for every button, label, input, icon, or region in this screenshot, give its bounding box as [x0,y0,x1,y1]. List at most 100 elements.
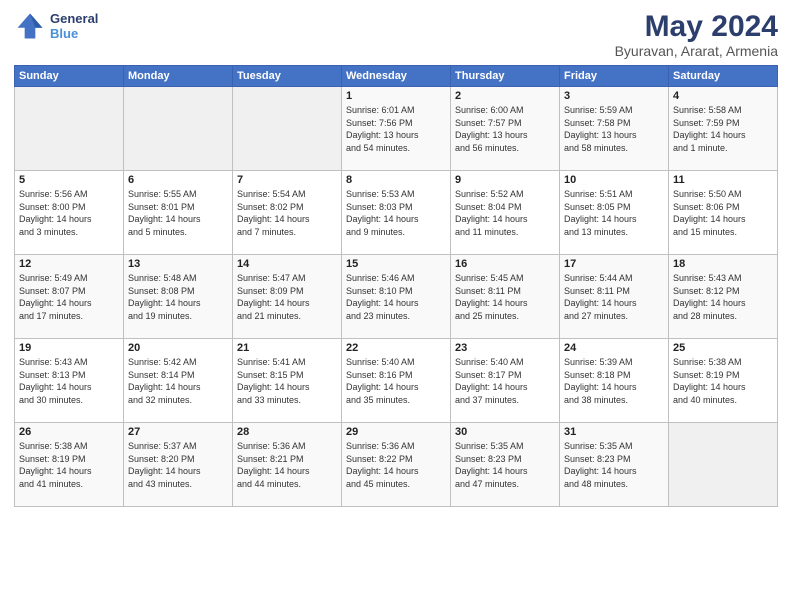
day-info: Sunrise: 5:59 AM Sunset: 7:58 PM Dayligh… [564,104,664,154]
day-number: 1 [346,90,446,102]
calendar-cell: 17Sunrise: 5:44 AM Sunset: 8:11 PM Dayli… [560,255,669,339]
header: General Blue May 2024 Byuravan, Ararat, … [14,10,778,59]
day-info: Sunrise: 5:52 AM Sunset: 8:04 PM Dayligh… [455,188,555,238]
day-info: Sunrise: 6:00 AM Sunset: 7:57 PM Dayligh… [455,104,555,154]
day-info: Sunrise: 5:43 AM Sunset: 8:12 PM Dayligh… [673,272,773,322]
calendar-week-4: 19Sunrise: 5:43 AM Sunset: 8:13 PM Dayli… [15,339,778,423]
day-number: 9 [455,174,555,186]
calendar-cell: 10 Sunrise: 5:51 AM Sunset: 8:05 PM Dayli… [560,171,669,255]
day-number: 31 [564,426,664,438]
day-info: Sunrise: 5:38 AM Sunset: 8:19 PM Dayligh… [673,356,773,406]
calendar-week-2: 5 Sunrise: 5:56 AM Sunset: 8:00 PM Daylig… [15,171,778,255]
calendar-cell: 11Sunrise: 5:50 AM Sunset: 8:06 PM Dayli… [669,171,778,255]
calendar-cell [15,87,124,171]
col-header-thursday: Thursday [451,66,560,87]
calendar-cell: 8 Sunrise: 5:53 AM Sunset: 8:03 PM Daylig… [342,171,451,255]
day-info: Sunrise: 5:39 AM Sunset: 8:18 PM Dayligh… [564,356,664,406]
calendar-cell: 23 Sunrise: 5:40 AM Sunset: 8:17 PM Dayli… [451,339,560,423]
day-info: Sunrise: 5:56 AM Sunset: 8:00 PM Dayligh… [19,188,119,238]
day-info: Sunrise: 6:01 AM Sunset: 7:56 PM Dayligh… [346,104,446,154]
page: General Blue May 2024 Byuravan, Ararat, … [0,0,792,612]
calendar-cell: 7 Sunrise: 5:54 AM Sunset: 8:02 PM Daylig… [233,171,342,255]
day-info: Sunrise: 5:40 AM Sunset: 8:17 PM Dayligh… [455,356,555,406]
calendar-cell: 1 Sunrise: 6:01 AM Sunset: 7:56 PM Daylig… [342,87,451,171]
calendar-week-3: 12 Sunrise: 5:49 AM Sunset: 8:07 PM Dayli… [15,255,778,339]
day-info: Sunrise: 5:44 AM Sunset: 8:11 PM Dayligh… [564,272,664,322]
calendar-cell: 20Sunrise: 5:42 AM Sunset: 8:14 PM Dayli… [124,339,233,423]
calendar-header-row: SundayMondayTuesdayWednesdayThursdayFrid… [15,66,778,87]
col-header-wednesday: Wednesday [342,66,451,87]
calendar-cell [669,423,778,507]
day-info: Sunrise: 5:49 AM Sunset: 8:07 PM Dayligh… [19,272,119,322]
calendar-cell: 22Sunrise: 5:40 AM Sunset: 8:16 PM Dayli… [342,339,451,423]
day-number: 29 [346,426,446,438]
day-number: 21 [237,342,337,354]
day-number: 15 [346,258,446,270]
calendar-cell: 27 Sunrise: 5:37 AM Sunset: 8:20 PM Dayli… [124,423,233,507]
calendar-cell: 5 Sunrise: 5:56 AM Sunset: 8:00 PM Daylig… [15,171,124,255]
sub-title: Byuravan, Ararat, Armenia [615,43,778,59]
day-info: Sunrise: 5:41 AM Sunset: 8:15 PM Dayligh… [237,356,337,406]
calendar-cell: 6 Sunrise: 5:55 AM Sunset: 8:01 PM Daylig… [124,171,233,255]
day-number: 8 [346,174,446,186]
day-info: Sunrise: 5:55 AM Sunset: 8:01 PM Dayligh… [128,188,228,238]
day-info: Sunrise: 5:46 AM Sunset: 8:10 PM Dayligh… [346,272,446,322]
col-header-monday: Monday [124,66,233,87]
day-number: 27 [128,426,228,438]
calendar-week-5: 26 Sunrise: 5:38 AM Sunset: 8:19 PM Dayli… [15,423,778,507]
day-info: Sunrise: 5:36 AM Sunset: 8:22 PM Dayligh… [346,440,446,490]
day-info: Sunrise: 5:37 AM Sunset: 8:20 PM Dayligh… [128,440,228,490]
main-title: May 2024 [615,10,778,43]
day-number: 5 [19,174,119,186]
calendar-cell: 24Sunrise: 5:39 AM Sunset: 8:18 PM Dayli… [560,339,669,423]
title-block: May 2024 Byuravan, Ararat, Armenia [615,10,778,59]
calendar-cell: 12 Sunrise: 5:49 AM Sunset: 8:07 PM Dayli… [15,255,124,339]
calendar-cell [233,87,342,171]
day-info: Sunrise: 5:54 AM Sunset: 8:02 PM Dayligh… [237,188,337,238]
day-number: 6 [128,174,228,186]
day-number: 12 [19,258,119,270]
calendar-cell: 14Sunrise: 5:47 AM Sunset: 8:09 PM Dayli… [233,255,342,339]
logo-icon [14,10,46,42]
day-info: Sunrise: 5:45 AM Sunset: 8:11 PM Dayligh… [455,272,555,322]
calendar-cell: 3Sunrise: 5:59 AM Sunset: 7:58 PM Daylig… [560,87,669,171]
calendar-cell: 9 Sunrise: 5:52 AM Sunset: 8:04 PM Daylig… [451,171,560,255]
calendar-cell: 13 Sunrise: 5:48 AM Sunset: 8:08 PM Dayli… [124,255,233,339]
calendar-cell: 15 Sunrise: 5:46 AM Sunset: 8:10 PM Dayli… [342,255,451,339]
calendar-cell: 26 Sunrise: 5:38 AM Sunset: 8:19 PM Dayli… [15,423,124,507]
logo: General Blue [14,10,98,42]
day-info: Sunrise: 5:42 AM Sunset: 8:14 PM Dayligh… [128,356,228,406]
calendar-cell: 19Sunrise: 5:43 AM Sunset: 8:13 PM Dayli… [15,339,124,423]
day-number: 30 [455,426,555,438]
day-info: Sunrise: 5:35 AM Sunset: 8:23 PM Dayligh… [564,440,664,490]
day-info: Sunrise: 5:53 AM Sunset: 8:03 PM Dayligh… [346,188,446,238]
day-number: 28 [237,426,337,438]
day-number: 10 [564,174,664,186]
calendar-week-1: 1 Sunrise: 6:01 AM Sunset: 7:56 PM Daylig… [15,87,778,171]
day-info: Sunrise: 5:35 AM Sunset: 8:23 PM Dayligh… [455,440,555,490]
calendar-cell: 30 Sunrise: 5:35 AM Sunset: 8:23 PM Dayli… [451,423,560,507]
calendar-cell: 31 Sunrise: 5:35 AM Sunset: 8:23 PM Dayli… [560,423,669,507]
col-header-friday: Friday [560,66,669,87]
day-number: 18 [673,258,773,270]
day-info: Sunrise: 5:51 AM Sunset: 8:05 PM Dayligh… [564,188,664,238]
col-header-tuesday: Tuesday [233,66,342,87]
calendar-cell: 29 Sunrise: 5:36 AM Sunset: 8:22 PM Dayli… [342,423,451,507]
calendar-cell: 28Sunrise: 5:36 AM Sunset: 8:21 PM Dayli… [233,423,342,507]
day-number: 26 [19,426,119,438]
day-number: 4 [673,90,773,102]
day-number: 7 [237,174,337,186]
day-number: 13 [128,258,228,270]
logo-text: General Blue [50,11,98,41]
day-info: Sunrise: 5:48 AM Sunset: 8:08 PM Dayligh… [128,272,228,322]
calendar-cell [124,87,233,171]
day-number: 11 [673,174,773,186]
day-info: Sunrise: 5:38 AM Sunset: 8:19 PM Dayligh… [19,440,119,490]
day-number: 23 [455,342,555,354]
calendar-cell: 2Sunrise: 6:00 AM Sunset: 7:57 PM Daylig… [451,87,560,171]
day-number: 16 [455,258,555,270]
day-number: 25 [673,342,773,354]
calendar-cell: 16 Sunrise: 5:45 AM Sunset: 8:11 PM Dayli… [451,255,560,339]
day-number: 14 [237,258,337,270]
calendar-cell: 18 Sunrise: 5:43 AM Sunset: 8:12 PM Dayli… [669,255,778,339]
